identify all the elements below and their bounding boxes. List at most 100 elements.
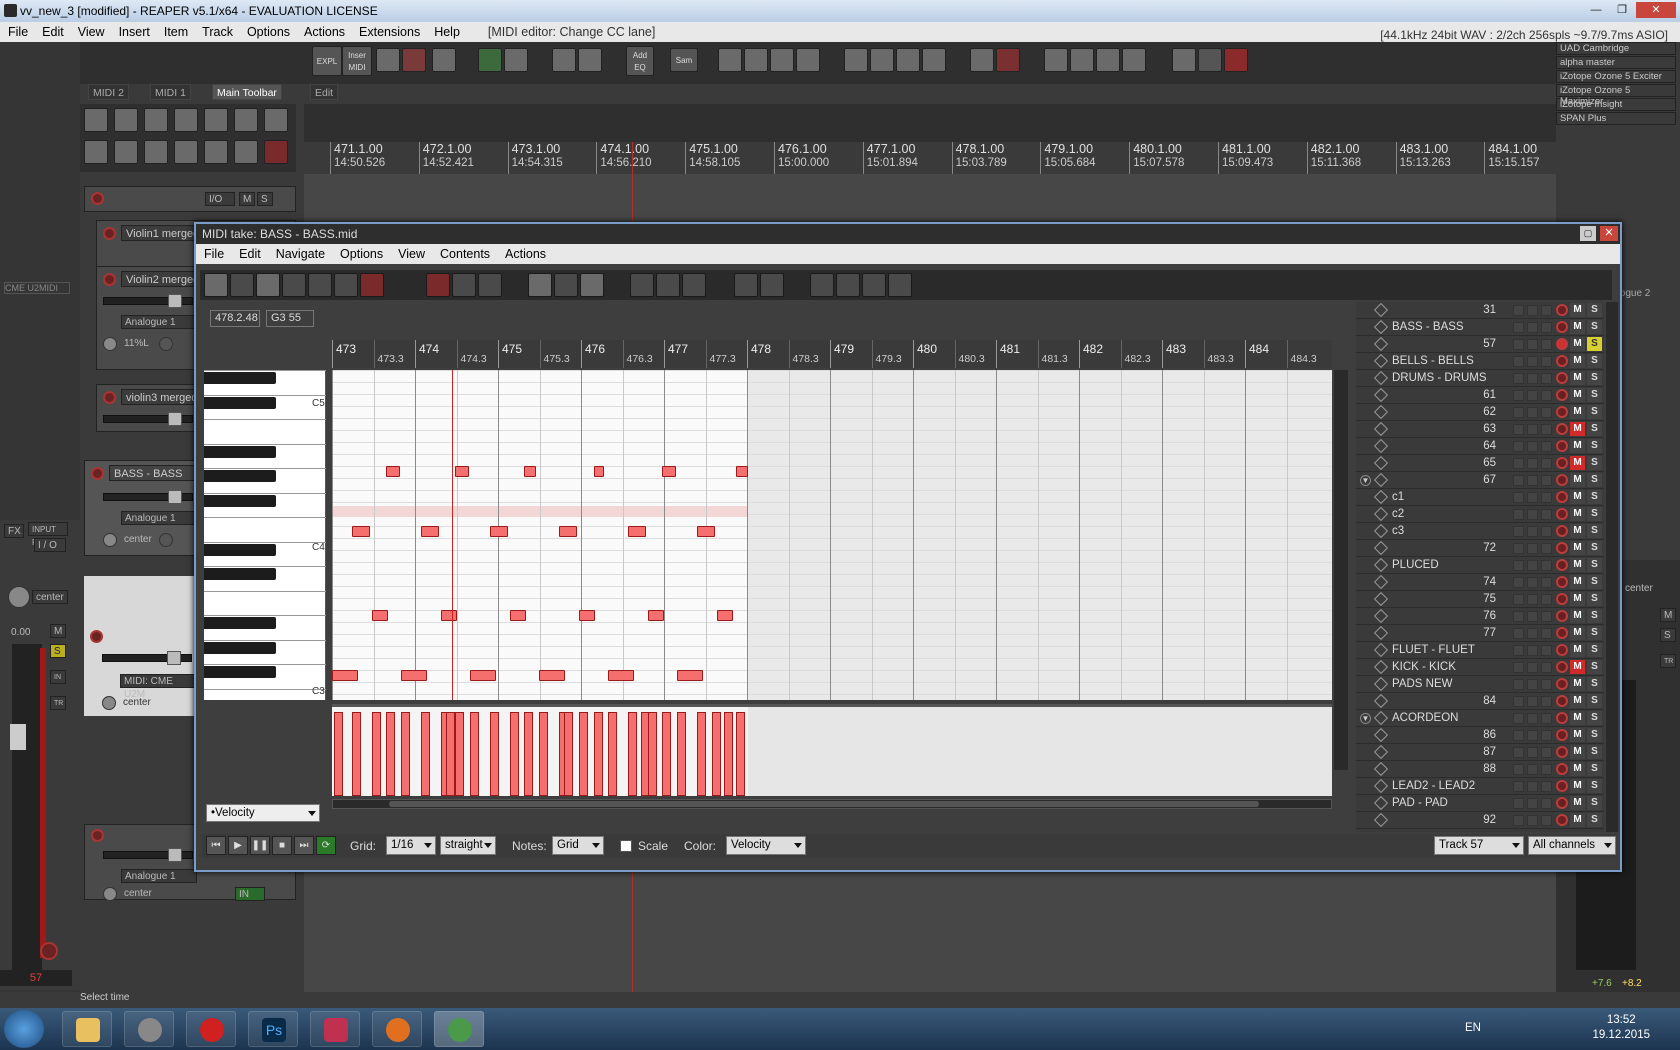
track-solo-button[interactable]: S — [1587, 303, 1602, 317]
track-diamond-icon[interactable] — [1373, 302, 1389, 318]
midi-note[interactable] — [441, 610, 457, 621]
record-arm-icon[interactable] — [1556, 508, 1568, 520]
menu-actions[interactable]: Actions — [296, 22, 351, 39]
track-route-icon[interactable] — [1527, 526, 1538, 537]
track-diamond-icon[interactable] — [1373, 812, 1389, 828]
arpeggio-icon[interactable] — [862, 273, 886, 297]
mixer-strip-icon[interactable] — [796, 48, 820, 72]
track-diamond-icon[interactable] — [1373, 676, 1389, 692]
maximize-button[interactable]: ❐ — [1610, 2, 1634, 18]
track-mute-button[interactable]: M — [1570, 677, 1585, 691]
track-list-row[interactable]: 31 M S — [1356, 302, 1604, 319]
track-lock-icon[interactable] — [1513, 679, 1524, 690]
vertical-scrollbar[interactable] — [1334, 370, 1348, 770]
track-lock-icon[interactable] — [1513, 594, 1524, 605]
track-mute-button[interactable]: M — [1570, 694, 1585, 708]
record-arm-icon[interactable] — [1556, 304, 1568, 316]
fx-item[interactable]: UAD Cambridge — [1556, 42, 1676, 55]
track-visibility-icon[interactable] — [1541, 509, 1552, 520]
track-route-icon[interactable] — [1527, 407, 1538, 418]
track-solo-button[interactable]: S — [1587, 490, 1602, 504]
track-list-row[interactable]: FLUET - FLUET M S — [1356, 642, 1604, 659]
gear-icon[interactable] — [360, 273, 384, 297]
track-lock-icon[interactable] — [1513, 815, 1524, 826]
track-solo-button[interactable]: S — [1587, 388, 1602, 402]
menu-extensions[interactable]: Extensions — [351, 22, 426, 39]
midi-note[interactable] — [510, 610, 526, 621]
tab-main-toolbar[interactable]: Main Toolbar — [212, 84, 282, 100]
track-visibility-icon[interactable] — [1541, 305, 1552, 316]
midi-note[interactable] — [717, 610, 733, 621]
track-lock-icon[interactable] — [1513, 611, 1524, 622]
rewind-button[interactable]: ⏮ — [206, 836, 226, 855]
solo-button[interactable]: S — [1660, 628, 1676, 642]
track-diamond-icon[interactable] — [1373, 608, 1389, 624]
midi-note[interactable] — [386, 466, 400, 477]
tab-midi-1[interactable]: MIDI 1 — [150, 84, 191, 100]
midi-note[interactable] — [401, 670, 427, 681]
track-lock-icon[interactable] — [1513, 730, 1524, 741]
midi-menu-contents[interactable]: Contents — [432, 244, 497, 261]
record-arm-icon[interactable] — [1556, 661, 1568, 673]
midi-note[interactable] — [662, 466, 676, 477]
menu-options[interactable]: Options — [239, 22, 296, 39]
track-lock-icon[interactable] — [1513, 509, 1524, 520]
velocity-bar[interactable] — [564, 712, 573, 796]
volume-fader[interactable] — [103, 412, 193, 426]
track-visibility-icon[interactable] — [1541, 730, 1552, 741]
track-diamond-icon[interactable] — [1373, 370, 1389, 386]
track-visibility-icon[interactable] — [1541, 628, 1552, 639]
record-arm-icon[interactable] — [1556, 695, 1568, 707]
track-list-row[interactable]: 88 M S — [1356, 761, 1604, 778]
track-solo-button[interactable]: S — [1587, 796, 1602, 810]
close-button[interactable]: ✕ — [1636, 2, 1676, 18]
track-lock-icon[interactable] — [1513, 645, 1524, 656]
track-route-icon[interactable] — [1527, 679, 1538, 690]
black-key[interactable] — [204, 445, 276, 458]
midi-note[interactable] — [352, 526, 370, 537]
midi-note[interactable] — [490, 526, 508, 537]
track-mute-button[interactable]: M — [1570, 626, 1585, 640]
cc-lane-select[interactable]: •Velocity — [206, 804, 320, 822]
record-arm-icon[interactable] — [1556, 814, 1568, 826]
track-visibility-icon[interactable] — [1541, 339, 1552, 350]
taskbar-app[interactable] — [124, 1011, 174, 1047]
loop-button[interactable]: ⟳ — [316, 836, 336, 855]
track-route-icon[interactable] — [1527, 594, 1538, 605]
midi-input[interactable]: MIDI: CME U2M — [120, 674, 196, 700]
track-route-icon[interactable] — [1527, 424, 1538, 435]
record-arm-icon[interactable] — [1556, 763, 1568, 775]
track-lock-icon[interactable] — [1513, 662, 1524, 673]
track-mute-button[interactable]: M — [1570, 813, 1585, 827]
track-solo-button[interactable]: S — [1587, 813, 1602, 827]
track-route-icon[interactable] — [1527, 662, 1538, 673]
track-mute-button[interactable]: M — [1570, 660, 1585, 674]
width-knob[interactable] — [159, 337, 173, 351]
mute-icon[interactable] — [426, 273, 450, 297]
midi-note[interactable] — [648, 610, 664, 621]
track-visibility-icon[interactable] — [1541, 560, 1552, 571]
fx-item[interactable]: iZotope Ozone 5 Exciter — [1556, 70, 1676, 83]
color-icon[interactable] — [1198, 48, 1222, 72]
master-fader-track[interactable] — [12, 644, 42, 974]
record-arm-icon[interactable] — [1556, 559, 1568, 571]
track-route-icon[interactable] — [1527, 458, 1538, 469]
track-route-icon[interactable] — [1527, 611, 1538, 622]
clock[interactable]: 13:52 19.12.2015 — [1592, 1013, 1650, 1043]
track-mute-button[interactable]: M — [1570, 422, 1585, 436]
velocity-bar[interactable] — [628, 712, 637, 796]
language-indicator[interactable]: EN — [1465, 1022, 1481, 1034]
tool-icon[interactable] — [84, 108, 108, 132]
track-lock-icon[interactable] — [1513, 713, 1524, 724]
snap-icon[interactable] — [478, 48, 502, 72]
velocity-bar[interactable] — [455, 712, 464, 796]
fx-item[interactable]: iZotope Ozone 5 Maximizer — [1556, 84, 1676, 107]
black-key[interactable] — [204, 543, 276, 556]
track-diamond-icon[interactable] — [1373, 659, 1389, 675]
play-note-icon[interactable] — [656, 273, 680, 297]
notes-select[interactable]: Grid — [552, 836, 604, 855]
zoom-icon[interactable] — [478, 273, 502, 297]
track-solo-button[interactable]: S — [1587, 643, 1602, 657]
track-diamond-icon[interactable] — [1373, 438, 1389, 454]
velocity-bar[interactable] — [724, 712, 733, 796]
